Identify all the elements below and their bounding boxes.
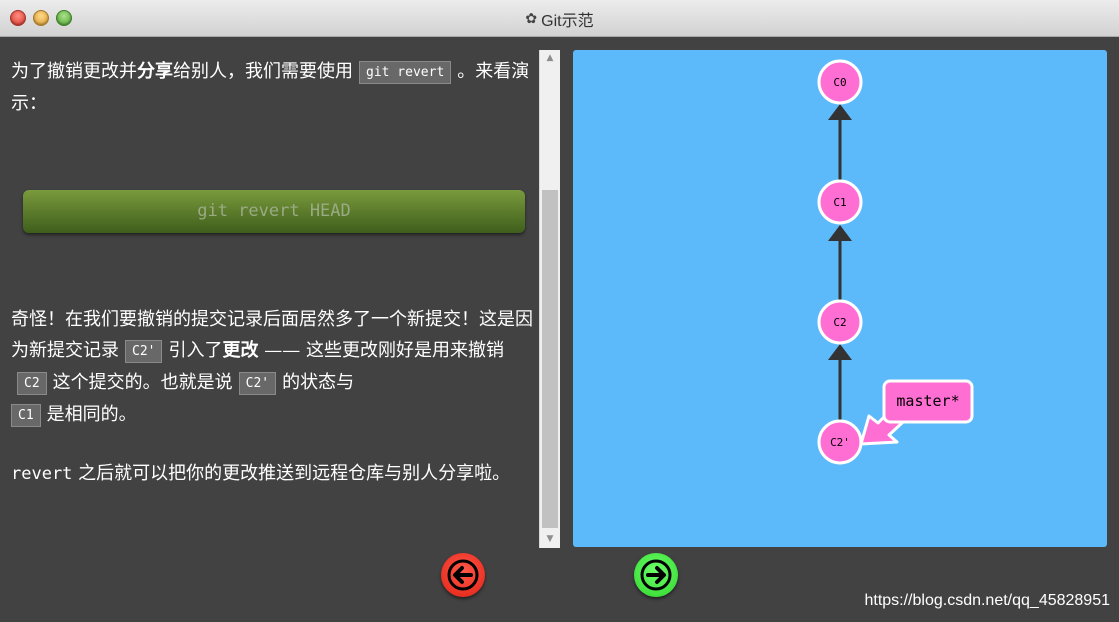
p3-text-b: 引入了 <box>168 340 223 361</box>
lesson-text-pane: 为了撤销更改并分享给别人，我们需要使用 git revert 。来看演示： git … <box>0 38 538 548</box>
gear-icon: ✿ <box>525 10 538 26</box>
watermark-url: https://blog.csdn.net/qq_45828951 <box>864 592 1110 609</box>
p3-text-e: 的状态与 <box>282 372 355 393</box>
branch-tag-master[interactable]: master* <box>859 379 974 446</box>
inline-code-c2: C2 <box>17 372 47 395</box>
commit-graph: C0 C1 C2 C2' master* <box>817 59 974 465</box>
text-scrollbar[interactable]: ▲ ▼ <box>539 50 560 548</box>
commit-label-c2: C2 <box>833 316 846 329</box>
edge-c1-c0 <box>828 104 852 180</box>
window-title-wrap: ✿ Git示范 <box>0 0 1119 37</box>
inline-code-git-revert: git revert <box>359 61 452 84</box>
commit-node-c1[interactable]: C1 <box>817 179 863 225</box>
edge-c2-c1 <box>828 225 852 301</box>
p4-text: 之后就可以把你的更改推送到远程仓库与别人分享啦。 <box>78 463 511 484</box>
lesson-paragraph-4: revert 之后就可以把你的更改推送到远程仓库与别人分享啦。 <box>11 458 538 490</box>
forward-button[interactable] <box>634 553 678 597</box>
p4-mono-revert: revert <box>11 464 73 484</box>
scrollbar-thumb[interactable] <box>542 190 558 528</box>
branch-label: master* <box>896 392 959 410</box>
commit-label-c0: C0 <box>833 76 846 89</box>
inline-code-c2-prime: C2' <box>125 340 163 363</box>
commit-node-c0[interactable]: C0 <box>817 59 863 105</box>
lesson-paragraph-3: 奇怪！在我们要撤销的提交记录后面居然多了一个新提交！这是因为新提交记录 C2' 引入… <box>11 304 538 431</box>
p1-bold-share: 分享 <box>137 61 173 82</box>
p1-text-mid: 给别人，我们需要使用 <box>173 61 353 82</box>
back-button[interactable] <box>441 553 485 597</box>
commit-label-c1: C1 <box>833 196 846 209</box>
lesson-paragraph-1: 为了撤销更改并分享给别人，我们需要使用 git revert 。来看演示： <box>11 56 538 119</box>
edge-c2prime-c2 <box>828 344 852 420</box>
commit-node-c2[interactable]: C2 <box>817 299 863 345</box>
p3-text-f: 是相同的。 <box>46 404 137 425</box>
arrow-right-icon <box>640 559 672 591</box>
title-bar: ✿ Git示范 <box>0 0 1119 37</box>
p3-text-c: —— 这些更改刚好是用来撤销 <box>264 340 504 361</box>
window-title: Git示范 <box>541 12 594 30</box>
inline-code-c1: C1 <box>11 404 41 427</box>
scroll-up-arrow-icon[interactable]: ▲ <box>540 50 560 67</box>
p3-bold-change: 更改 <box>222 340 259 361</box>
scroll-down-arrow-icon[interactable]: ▼ <box>540 531 560 548</box>
commit-node-c2-prime[interactable]: C2' <box>817 419 863 465</box>
command-text: git revert HEAD <box>197 201 351 221</box>
p1-text-start: 为了撤销更改并 <box>11 61 137 82</box>
p3-text-d: 这个提交的。也就是说 <box>52 372 233 393</box>
inline-code-c2-prime-2: C2' <box>238 372 277 395</box>
arrow-left-icon <box>447 559 479 591</box>
git-visualization: C0 C1 C2 C2' master* <box>573 50 1107 547</box>
commit-label-c2-prime: C2' <box>830 436 850 449</box>
command-bar[interactable]: git revert HEAD <box>23 190 525 233</box>
